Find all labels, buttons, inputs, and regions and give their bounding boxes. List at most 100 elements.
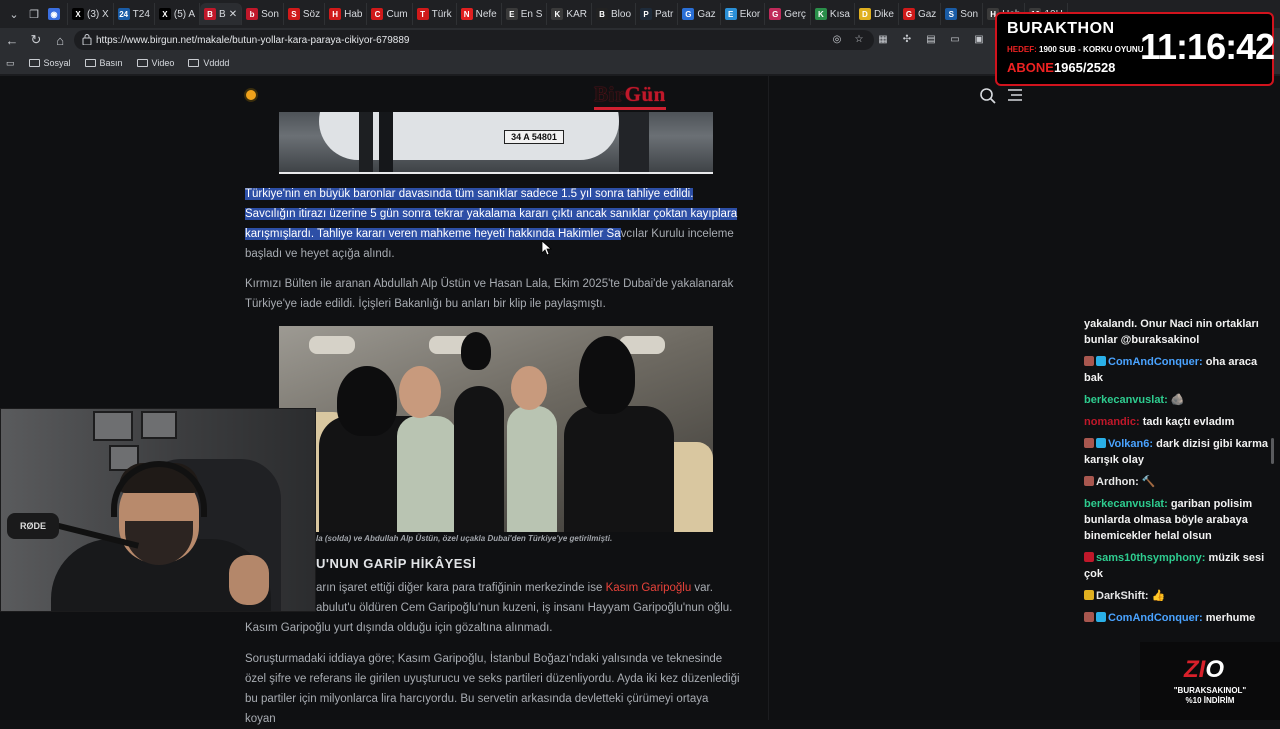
paragraph-text: var. bbox=[691, 582, 713, 594]
browser-tab[interactable]: 24 T24 bbox=[114, 3, 155, 25]
chat-username[interactable]: ComAndConquer: bbox=[1108, 356, 1203, 368]
browser-tab[interactable]: G Gaz bbox=[899, 3, 942, 25]
tab-label: Gaz bbox=[917, 8, 937, 20]
browser-tab[interactable]: T Türk bbox=[413, 3, 457, 25]
close-tab-icon[interactable]: ✕ bbox=[229, 9, 237, 20]
person-leg bbox=[619, 112, 649, 172]
bookmark-star-icon[interactable]: ☆ bbox=[851, 31, 867, 47]
extension-icon[interactable]: ▣ bbox=[971, 31, 987, 47]
browser-tab[interactable]: S Söz bbox=[284, 3, 326, 25]
chat-badge-icon bbox=[1096, 612, 1106, 622]
wall-frame bbox=[141, 411, 177, 439]
tab-label: En S bbox=[520, 8, 543, 20]
tab-favicon-icon: C bbox=[371, 8, 384, 20]
tab-label: (5) A bbox=[173, 8, 196, 20]
address-url: https://www.birgun.net/makale/butun-yoll… bbox=[96, 34, 410, 46]
browser-tab[interactable]: HHab bbox=[325, 3, 368, 25]
chat-username[interactable]: nomandic: bbox=[1084, 416, 1140, 428]
tab-search-button[interactable]: ⌄ bbox=[4, 4, 24, 24]
extension-icon[interactable]: ▤ bbox=[923, 31, 939, 47]
chat-badge-icon bbox=[1096, 356, 1106, 366]
extension-icon[interactable]: ✣ bbox=[899, 31, 915, 47]
dark-mode-toggle-icon[interactable] bbox=[244, 88, 258, 102]
reading-list-icon[interactable]: ▭ bbox=[6, 58, 15, 69]
tab-favicon-icon: D bbox=[858, 8, 871, 20]
license-plate: 34 A 54801 bbox=[504, 130, 564, 144]
browser-tab[interactable]: S Son bbox=[941, 3, 984, 25]
article-paragraph: Türkiye'nin en büyük baronlar davasında … bbox=[245, 184, 740, 264]
browser-tab[interactable]: P Patr bbox=[636, 3, 679, 25]
subscriber-count: 1965/2528 bbox=[1053, 60, 1116, 75]
photo-caption: la (solda) ve Abdullah Alp Üstün, özel u… bbox=[316, 534, 613, 543]
column-divider bbox=[768, 76, 769, 720]
bookmark-folder[interactable]: Sosyal bbox=[28, 58, 71, 68]
browser-tab[interactable]: K Kısa bbox=[811, 3, 855, 25]
bookmark-folder[interactable]: Video bbox=[136, 58, 174, 68]
tab-label: Ekor bbox=[739, 8, 761, 20]
browser-tab[interactable]: E Ekor bbox=[721, 3, 766, 25]
tab-favicon-icon: G bbox=[902, 8, 915, 20]
chat-username[interactable]: Ardhon: bbox=[1096, 476, 1139, 488]
workspaces-icon[interactable]: ❐ bbox=[24, 4, 44, 24]
site-info-icon[interactable] bbox=[82, 34, 92, 45]
menu-icon[interactable] bbox=[1007, 88, 1023, 102]
browser-tab[interactable]: B Bloo bbox=[592, 3, 636, 25]
browser-tab[interactable]: X (5) A bbox=[155, 3, 201, 25]
chat-username[interactable]: berkecanvuslat: bbox=[1084, 394, 1168, 406]
reload-button[interactable]: ↻ bbox=[24, 28, 48, 52]
detainee-face bbox=[399, 366, 441, 418]
article-photo-plane bbox=[279, 326, 713, 532]
chat-badge-icon bbox=[1084, 356, 1094, 366]
tab-favicon-icon: G bbox=[769, 8, 782, 20]
sponsor-logo-z: Z bbox=[1184, 656, 1199, 683]
wall-frame bbox=[93, 411, 133, 441]
chat-message: berkecanvuslat: gariban polisim bunlarda… bbox=[1084, 496, 1274, 544]
browser-tab[interactable]: X (3) X bbox=[68, 3, 114, 25]
browser-tab[interactable]: N Nefe bbox=[457, 3, 502, 25]
chat-username[interactable]: berkecanvuslat: bbox=[1084, 498, 1168, 510]
bookmark-folder[interactable]: Basın bbox=[84, 58, 123, 68]
browser-tab[interactable]: E En S bbox=[502, 3, 548, 25]
subscriber-line: ABONE1965/2528 bbox=[1007, 60, 1115, 75]
tab-favicon-icon: S bbox=[287, 8, 300, 20]
browser-tab[interactable]: ◉ bbox=[44, 3, 68, 25]
countdown-time: 11:16:42 bbox=[1140, 26, 1275, 67]
tab-label: Hab bbox=[344, 8, 363, 20]
webcam-overlay: RØDE bbox=[0, 408, 316, 612]
browser-tab[interactable]: B B ✕ bbox=[200, 3, 243, 25]
back-button[interactable]: ← bbox=[0, 28, 24, 52]
browser-tab[interactable]: C Cum bbox=[367, 3, 413, 25]
bookmark-folder[interactable]: Vdddd bbox=[188, 58, 229, 68]
tab-favicon-icon: ◉ bbox=[48, 8, 60, 20]
tab-label: Dike bbox=[873, 8, 894, 20]
extension-icon[interactable]: ▦ bbox=[875, 31, 891, 47]
person-link[interactable]: Kasım Garipoğlu bbox=[606, 582, 692, 594]
tab-favicon-icon: B bbox=[595, 8, 608, 20]
chat-username[interactable]: DarkShift: bbox=[1096, 590, 1149, 602]
extension-icon[interactable]: ▭ bbox=[947, 31, 963, 47]
browser-tab[interactable]: G Gaz bbox=[678, 3, 721, 25]
article-photo-car: 34 A 54801 bbox=[279, 112, 713, 174]
browser-tab[interactable]: b Son bbox=[242, 3, 284, 25]
chat-username[interactable]: ComAndConquer: bbox=[1108, 612, 1203, 624]
chat-username[interactable]: sams10thsymphony: bbox=[1096, 552, 1205, 564]
home-button[interactable]: ⌂ bbox=[48, 28, 72, 52]
search-icon[interactable] bbox=[979, 87, 997, 105]
site-logo[interactable]: BirGün bbox=[594, 82, 666, 110]
browser-tab[interactable]: D Dike bbox=[855, 3, 899, 25]
chat-username[interactable]: Volkan6: bbox=[1108, 438, 1153, 450]
tab-label: KAR bbox=[566, 8, 587, 20]
logo-prefix: Bir bbox=[594, 82, 625, 106]
tab-label: Kısa bbox=[829, 8, 850, 20]
tab-label: Cum bbox=[386, 8, 408, 20]
chat-message: Ardhon: 🔨 bbox=[1084, 474, 1274, 490]
chat-scrollbar[interactable] bbox=[1271, 438, 1274, 464]
chat-badge-icon bbox=[1096, 438, 1106, 448]
address-bar[interactable]: https://www.birgun.net/makale/butun-yoll… bbox=[74, 30, 874, 50]
chat-badge-icon bbox=[1084, 552, 1094, 562]
sponsor-discount: %10 İNDİRİM bbox=[1185, 696, 1235, 705]
balaclava bbox=[337, 366, 397, 436]
browser-tab[interactable]: K KAR bbox=[547, 3, 592, 25]
browser-tab[interactable]: G Gerç bbox=[765, 3, 811, 25]
reader-mode-icon[interactable]: ◎ bbox=[829, 31, 845, 47]
